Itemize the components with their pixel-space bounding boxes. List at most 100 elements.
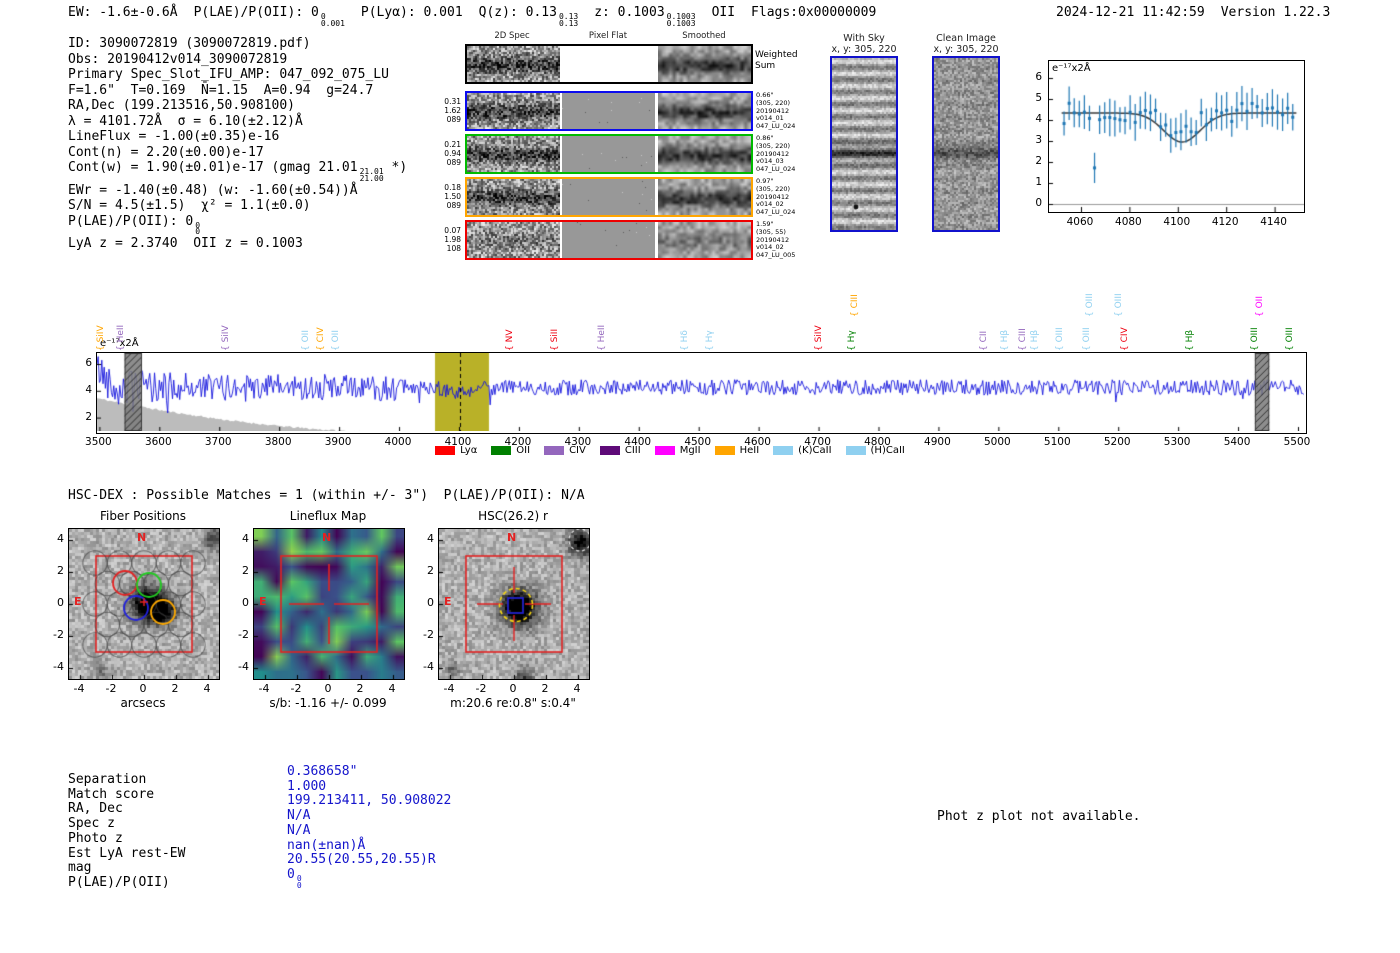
spec2d-cell xyxy=(467,93,560,129)
legend-swatch xyxy=(491,446,511,455)
cutout-x-tick-label: 2 xyxy=(533,682,557,695)
header-part-text: Q(z): 0.13 xyxy=(479,5,557,20)
spec2d-right-label: 0.86"(305, 220)20190412v014_03047_LU_024 xyxy=(756,135,816,174)
emission-line-label: { CIV xyxy=(316,327,326,351)
spec2d-image xyxy=(467,136,560,172)
fit-y-tick-label: 5 xyxy=(1028,92,1042,104)
spec2d-row xyxy=(465,220,753,260)
timestamp-version: 2024-12-21 11:42:59Version 1.22.3 xyxy=(1056,5,1330,21)
match-row-value: 199.213411, 50.908022 xyxy=(287,794,451,809)
cutout-y-tick-label: 2 xyxy=(225,564,249,577)
emission-line-label: { SiIV xyxy=(221,325,231,351)
match-table-labels: SeparationMatch scoreRA, DecSpec zPhoto … xyxy=(68,773,185,891)
sup-sub-stack: 0.10030.1003 xyxy=(667,14,696,28)
spec2d-image xyxy=(467,46,560,82)
legend-item: (H)CaII xyxy=(846,445,905,456)
header-part-text: OII xyxy=(712,5,735,20)
match-row-value-text: nan(±nan)Å xyxy=(287,838,365,853)
clean-image xyxy=(934,58,998,230)
info-line-text: S/N = 4.5(±1.5) χ² = 1.1(±0.0) xyxy=(68,198,311,213)
info-line-text: *) xyxy=(384,160,407,175)
cutout-title: Fiber Positions xyxy=(68,509,218,523)
left-label-line: 089 xyxy=(436,158,461,167)
emission-line-label: { OIII xyxy=(1082,327,1092,351)
sub-value: 0.001 xyxy=(321,21,345,28)
match-row-label: Match score xyxy=(68,788,185,803)
info-line-text: F=1.6" T=0.169 N̄=1.15 A=0.94 g=24.7 xyxy=(68,83,373,98)
pixel-flat-image xyxy=(562,136,655,172)
spec2d-row xyxy=(465,44,753,84)
compass-north-label: N xyxy=(137,531,146,544)
fit-y-tick-label: 6 xyxy=(1028,71,1042,83)
cutout-x-axis-label: arcsecs xyxy=(58,696,228,710)
full-spectrum-frame xyxy=(96,352,1307,434)
spectrum-x-tick-label: 5400 xyxy=(1219,436,1255,448)
weighted-sum-line: Weighted xyxy=(755,50,798,61)
spec2d-cell xyxy=(467,222,560,258)
info-line-text: LineFlux = -1.00(±0.35)e-16 xyxy=(68,129,279,144)
header-part: Q(z): 0.130.130.13 xyxy=(479,5,579,20)
hsc-dex-header: HSC-DEX : Possible Matches = 1 (within +… xyxy=(68,488,585,504)
emission-line-label: { Hβ xyxy=(1030,330,1040,351)
fit-plot-units-annotation: e⁻¹⁷x2Å xyxy=(1052,63,1091,74)
left-label-line: 0.21 xyxy=(436,140,461,149)
line-fit-plot-frame xyxy=(1048,60,1305,213)
emission-line-label: { Hγ xyxy=(705,330,715,351)
smoothed-image xyxy=(658,136,751,172)
legend-item: (K)CaII xyxy=(773,445,831,456)
report-version: Version 1.22.3 xyxy=(1221,5,1331,20)
cutout-y-tick-label: 2 xyxy=(40,564,64,577)
spec2d-row xyxy=(465,177,753,217)
lineflux_map-canvas xyxy=(254,529,404,679)
legend-label: OII xyxy=(516,445,530,456)
spec2d-image xyxy=(467,179,560,215)
cutout-x-tick-label: 4 xyxy=(380,682,404,695)
spec2d-image xyxy=(467,222,560,258)
sky-panel-coords: x, y: 305, 220 xyxy=(814,44,914,55)
fit-x-tick-label: 4060 xyxy=(1065,216,1095,228)
left-label-line: 0.07 xyxy=(436,226,461,235)
info-line-text: ID: 3090072819 (3090072819.pdf) xyxy=(68,36,311,51)
spec2d-cell xyxy=(658,136,751,172)
fit-y-tick-label: 4 xyxy=(1028,113,1042,125)
spectrum-x-tick-label: 5500 xyxy=(1279,436,1315,448)
info-line: LyA z = 2.3740 OII z = 0.1003 xyxy=(68,236,407,252)
cutout-x-tick-label: 2 xyxy=(348,682,372,695)
match-row-label: Est LyA rest-EW xyxy=(68,847,185,862)
header-part-text: P(LAE)/P(OII): 0 xyxy=(194,5,319,20)
cutout-y-tick-label: -2 xyxy=(225,628,249,641)
info-line: RA,Dec (199.213516,50.908100) xyxy=(68,98,407,114)
cutout-y-tick-label: -4 xyxy=(225,660,249,673)
legend-label: Lyα xyxy=(460,445,477,456)
right-label-line: 047_LU_024 xyxy=(756,123,816,131)
header-part-text: EW: -1.6±-0.6Å xyxy=(68,5,178,20)
cutout-y-tick-label: 0 xyxy=(225,596,249,609)
spec2d-cell xyxy=(467,179,560,215)
spectrum-x-tick-label: 3700 xyxy=(200,436,236,448)
clean-image-box xyxy=(932,56,1000,232)
spec2d-image xyxy=(467,93,560,129)
match-row-label: Photo z xyxy=(68,832,185,847)
right-label-line: 047_LU_024 xyxy=(756,166,816,174)
legend-item: MgII xyxy=(655,445,701,456)
cutout-x-axis-label: m:20.6 re:0.8" s:0.4" xyxy=(428,696,598,710)
info-line: ID: 3090072819 (3090072819.pdf) xyxy=(68,36,407,52)
legend-label: HeII xyxy=(740,445,760,456)
match-row-value: N/A xyxy=(287,809,451,824)
with-sky-image xyxy=(832,58,896,230)
sup-sub-stack: 0.130.13 xyxy=(559,14,578,28)
spec2d-column-title: Smoothed xyxy=(659,31,749,41)
match-row-value-text: 1.000 xyxy=(287,779,326,794)
pixel-flat-image xyxy=(562,46,655,82)
legend-label: (K)CaII xyxy=(798,445,831,456)
spec2d-cell xyxy=(658,93,751,129)
spec2d-column-title: 2D Spec xyxy=(467,31,557,41)
cutout-title: Lineflux Map xyxy=(253,509,403,523)
legend-swatch xyxy=(544,446,564,455)
legend-label: MgII xyxy=(680,445,701,456)
cutout-x-tick-label: 0 xyxy=(501,682,525,695)
cutout-y-tick-label: -2 xyxy=(40,628,64,641)
fit-y-tick-label: 3 xyxy=(1028,134,1042,146)
legend-swatch xyxy=(773,446,793,455)
header-part-text: Flags:0x00000009 xyxy=(751,5,876,20)
